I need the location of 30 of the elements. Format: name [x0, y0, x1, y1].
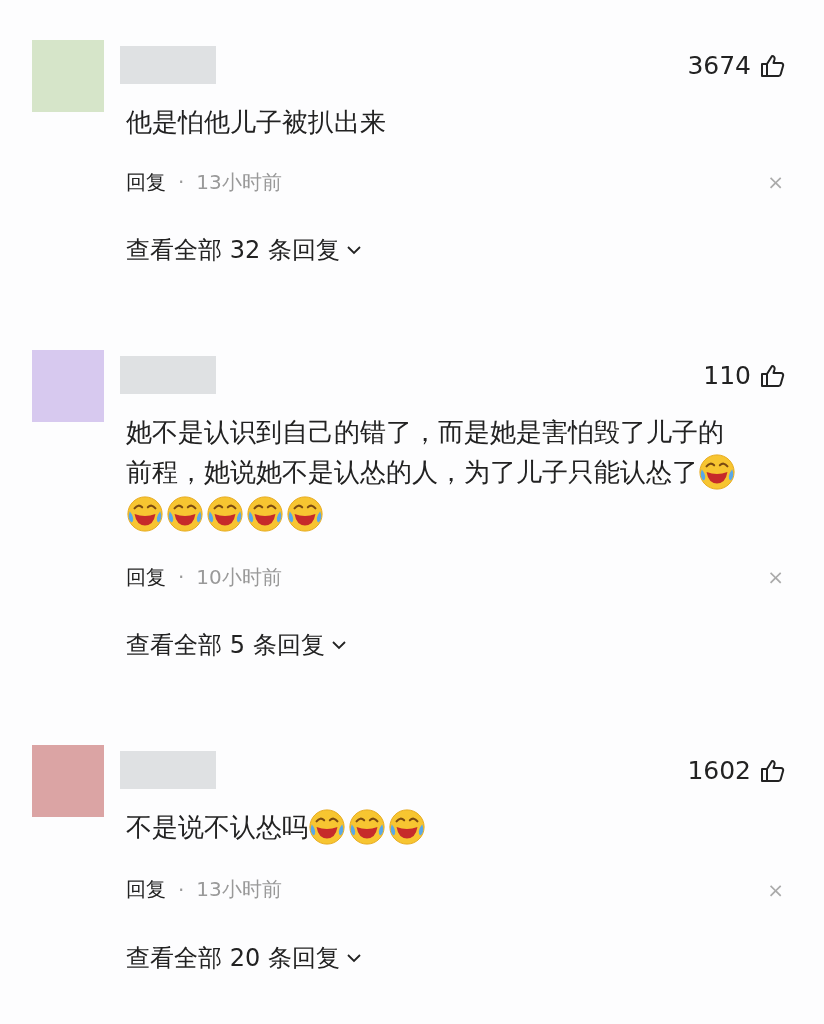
- comment-text: 不是说不认怂吗: [126, 812, 308, 842]
- view-replies-link[interactable]: 查看全部 5 条回复: [126, 629, 347, 661]
- laughing-crying-emoji-icon: [246, 495, 284, 533]
- reply-link[interactable]: 回复: [126, 876, 166, 903]
- separator-dot: ·: [178, 877, 185, 902]
- like-count: 110: [703, 360, 751, 390]
- separator-dot: ·: [178, 170, 185, 194]
- timestamp: 13小时前: [196, 168, 282, 196]
- laughing-crying-emoji-icon: [388, 807, 426, 846]
- laughing-crying-emoji-icon: [206, 495, 244, 533]
- chevron-down-icon: [330, 638, 347, 652]
- laughing-crying-emoji-icon: [166, 495, 204, 533]
- timestamp: 13小时前: [196, 876, 282, 903]
- timestamp: 10小时前: [196, 563, 282, 591]
- laughing-crying-emoji-icon: [698, 452, 736, 491]
- like-count: 1602: [687, 755, 751, 785]
- reply-link[interactable]: 回复: [126, 168, 166, 196]
- separator-dot: ·: [178, 565, 185, 589]
- view-replies-link[interactable]: 查看全部 32 条回复: [126, 234, 362, 266]
- laughing-crying-emoji-icon: [308, 807, 346, 846]
- reply-link[interactable]: 回复: [126, 563, 166, 591]
- comment-text: 他是怕他儿子被扒出来: [126, 107, 386, 137]
- laughing-crying-emoji-icon: [348, 807, 386, 846]
- like-count: 3674: [687, 50, 751, 80]
- view-replies-link[interactable]: 查看全部 20 条回复: [126, 941, 362, 974]
- laughing-crying-emoji-icon: [286, 495, 324, 533]
- laughing-crying-emoji-icon: [126, 495, 164, 533]
- chevron-down-icon: [345, 243, 362, 257]
- comment-text: 前程，她说她不是认怂的人，为了儿子只能认怂了: [126, 457, 698, 487]
- comment-text: 她不是认识到自己的错了，而是她是害怕毁了儿子的: [126, 417, 724, 447]
